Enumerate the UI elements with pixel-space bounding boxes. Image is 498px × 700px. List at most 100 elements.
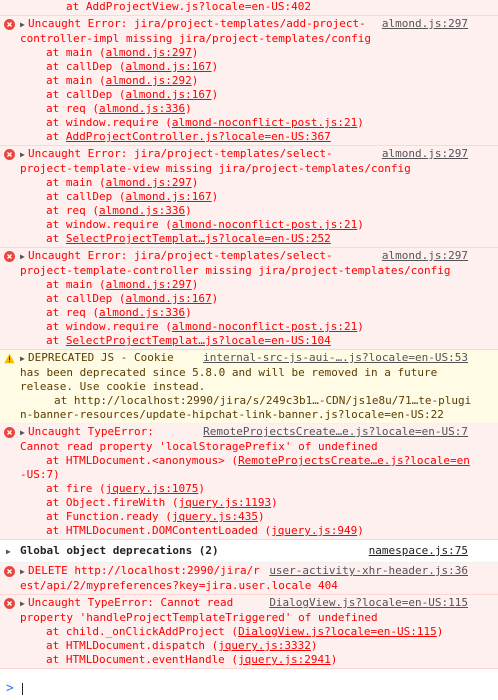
source-link[interactable]: DialogView.js?locale=en-US:115: [269, 596, 468, 610]
error-text: Uncaught Error: jira/project-templates/a…: [28, 17, 366, 30]
stack-frame: at callDep (almond.js:167): [46, 190, 219, 203]
console-error-message[interactable]: ▶ Uncaught Error: jira/project-templates/…: [0, 16, 498, 146]
status-code: 404: [318, 579, 338, 592]
stack-frame: at Function.ready (jquery.js:435): [46, 510, 265, 523]
stack-frame: at window.require (almond-noconflict-pos…: [46, 116, 364, 129]
warning-text: DEPRECATED JS - Cookie: [28, 351, 174, 364]
stack-frame: at http://localhost:2990/jira/s/249c3b1……: [54, 394, 472, 407]
error-text: property 'handleProjectTemplateTriggered…: [20, 611, 378, 624]
console-network-error[interactable]: ▶ DELETE http://localhost:2990/jira/r user…: [0, 563, 498, 595]
stack-frame: at fire (jquery.js:1075): [46, 482, 205, 495]
warning-text: release. Use cookie instead.: [20, 380, 206, 393]
devtools-console: at AddProjectView.js?locale=en-US:402 ▶ U…: [0, 0, 498, 700]
error-text: project-template-controller missing jira…: [20, 264, 451, 277]
expand-triangle-icon[interactable]: ▶: [20, 597, 28, 611]
stack-frame: at window.require (almond-noconflict-pos…: [46, 320, 364, 333]
source-link[interactable]: internal-src-js-aui-….js?locale=en-US:53: [203, 351, 468, 365]
stack-frame: at AddProjectController.js?locale=en-US:…: [46, 130, 331, 143]
source-link[interactable]: AddProjectView.js?locale=en-US:402: [86, 0, 311, 13]
stack-frame: n-banner-resources/update-hipchat-link-b…: [20, 408, 468, 422]
source-link[interactable]: jquery.js:435: [172, 510, 258, 523]
prompt-chevron-icon: >: [6, 681, 14, 696]
error-text: Cannot read property 'localStoragePrefix…: [20, 440, 378, 453]
source-link[interactable]: almond.js:167: [125, 88, 211, 101]
source-link[interactable]: namespace.js:75: [369, 544, 468, 558]
stack-frame: at main (almond.js:297): [46, 278, 199, 291]
warning-text: has been deprecated since 5.8.0 and will…: [20, 366, 438, 379]
source-link[interactable]: almond.js:336: [99, 306, 185, 319]
source-link[interactable]: almond.js:297: [106, 176, 192, 189]
group-label: Global object deprecations (2): [20, 544, 219, 557]
source-link[interactable]: DialogView.js?locale=en-US:115: [238, 625, 437, 638]
console-error-message[interactable]: ▶ Uncaught Error: jira/project-templates/…: [0, 146, 498, 248]
expand-triangle-icon[interactable]: ▶: [20, 148, 28, 162]
source-link[interactable]: almond.js:297: [382, 249, 468, 263]
stack-frame: at main (almond.js:297): [46, 176, 199, 189]
stack-frame: at SelectProjectTemplat…js?locale=en-US:…: [46, 334, 331, 347]
source-link[interactable]: SelectProjectTemplat…js?locale=en-US:104: [66, 334, 331, 347]
source-link[interactable]: SelectProjectTemplat…js?locale=en-US:252: [66, 232, 331, 245]
console-prompt[interactable]: >: [0, 682, 498, 700]
stack-frame: at main (almond.js:292): [46, 74, 199, 87]
http-method: DELETE: [28, 564, 68, 577]
source-link[interactable]: almond.js:292: [106, 74, 192, 87]
expand-triangle-icon[interactable]: ▶: [20, 250, 28, 264]
error-text: Uncaught Error: jira/project-templates/s…: [28, 147, 333, 160]
expand-triangle-icon[interactable]: ▶: [20, 426, 28, 440]
console-message-partial: at AddProjectView.js?locale=en-US:402: [0, 0, 498, 16]
error-text: controller-impl missing jira/project-tem…: [20, 32, 371, 45]
expand-triangle-icon[interactable]: ▶: [20, 565, 28, 579]
source-link[interactable]: user-activity-xhr-header.js:36: [269, 564, 468, 578]
source-link[interactable]: almond.js:297: [382, 17, 468, 31]
source-link[interactable]: almond.js:297: [382, 147, 468, 161]
source-link[interactable]: almond.js:336: [99, 204, 185, 217]
error-text: Uncaught TypeError:: [28, 425, 154, 438]
source-link[interactable]: almond.js:297: [106, 46, 192, 59]
source-link[interactable]: AddProjectController.js?locale=en-US:367: [66, 130, 331, 143]
source-link[interactable]: almond.js:167: [125, 60, 211, 73]
error-circle-icon: [4, 427, 15, 438]
error-text: Uncaught Error: jira/project-templates/s…: [28, 249, 333, 262]
error-circle-icon: [4, 566, 15, 577]
expand-triangle-icon[interactable]: ▶: [6, 545, 14, 559]
source-link[interactable]: jquery.js:1193: [178, 496, 271, 509]
source-link[interactable]: almond-noconflict-post.js:21: [172, 320, 357, 333]
expand-triangle-icon[interactable]: ▶: [20, 352, 28, 366]
stack-frame: at Object.fireWith (jquery.js:1193): [46, 496, 278, 509]
source-link[interactable]: est/api/2/mypreferences?key=jira.user.lo…: [20, 579, 311, 592]
stack-frame: at HTMLDocument.<anonymous> (RemoteProje…: [46, 454, 470, 467]
source-link[interactable]: jquery.js:949: [271, 524, 357, 537]
source-link[interactable]: jquery.js:3332: [218, 639, 311, 652]
error-circle-icon: [4, 149, 15, 160]
stack-frame: at req (almond.js:336): [46, 102, 192, 115]
stack-frame: -US:7): [20, 468, 60, 481]
request-url[interactable]: http://localhost:2990/jira/r: [74, 564, 259, 577]
stack-frame: at window.require (almond-noconflict-pos…: [46, 218, 364, 231]
error-text: project-template-view missing jira/proje…: [20, 162, 411, 175]
stack-frame: at callDep (almond.js:167): [46, 292, 219, 305]
source-link[interactable]: jquery.js:1075: [106, 482, 199, 495]
console-warning-message[interactable]: ▶ DEPRECATED JS - Cookie internal-src-js-a…: [0, 350, 498, 424]
stack-frame: at HTMLDocument.eventHandle (jquery.js:2…: [46, 653, 338, 666]
expand-triangle-icon[interactable]: ▶: [20, 18, 28, 32]
source-link[interactable]: jquery.js:2941: [238, 653, 331, 666]
console-error-message[interactable]: ▶ Uncaught Error: jira/project-templates/…: [0, 248, 498, 350]
source-link[interactable]: n-banner-resources/update-hipchat-link-b…: [20, 408, 444, 421]
source-link[interactable]: http://localhost:2990/jira/s/249c3b1…-CD…: [74, 394, 471, 407]
source-link[interactable]: almond.js:336: [99, 102, 185, 115]
stack-frame: at callDep (almond.js:167): [46, 88, 219, 101]
source-link[interactable]: RemoteProjectsCreate…e.js?locale=en-US:7: [203, 425, 468, 439]
stack-frame: at callDep (almond.js:167): [46, 60, 219, 73]
source-link[interactable]: -US:7: [20, 468, 53, 481]
console-group[interactable]: ▶ Global object deprecations (2) namespac…: [0, 540, 498, 563]
source-link[interactable]: RemoteProjectsCreate…e.js?locale=en: [238, 454, 470, 467]
source-link[interactable]: almond.js:297: [106, 278, 192, 291]
source-link[interactable]: almond-noconflict-post.js:21: [172, 116, 357, 129]
stack-frame: at HTMLDocument.DOMContentLoaded (jquery…: [46, 524, 364, 537]
source-link[interactable]: almond-noconflict-post.js:21: [172, 218, 357, 231]
console-error-message[interactable]: ▶ Uncaught TypeError: RemoteProjectsCreate…: [0, 424, 498, 540]
error-text: Uncaught TypeError: Cannot read: [28, 596, 234, 609]
source-link[interactable]: almond.js:167: [125, 190, 211, 203]
console-error-message[interactable]: ▶ Uncaught TypeError: Cannot read DialogVi…: [0, 595, 498, 669]
source-link[interactable]: almond.js:167: [125, 292, 211, 305]
